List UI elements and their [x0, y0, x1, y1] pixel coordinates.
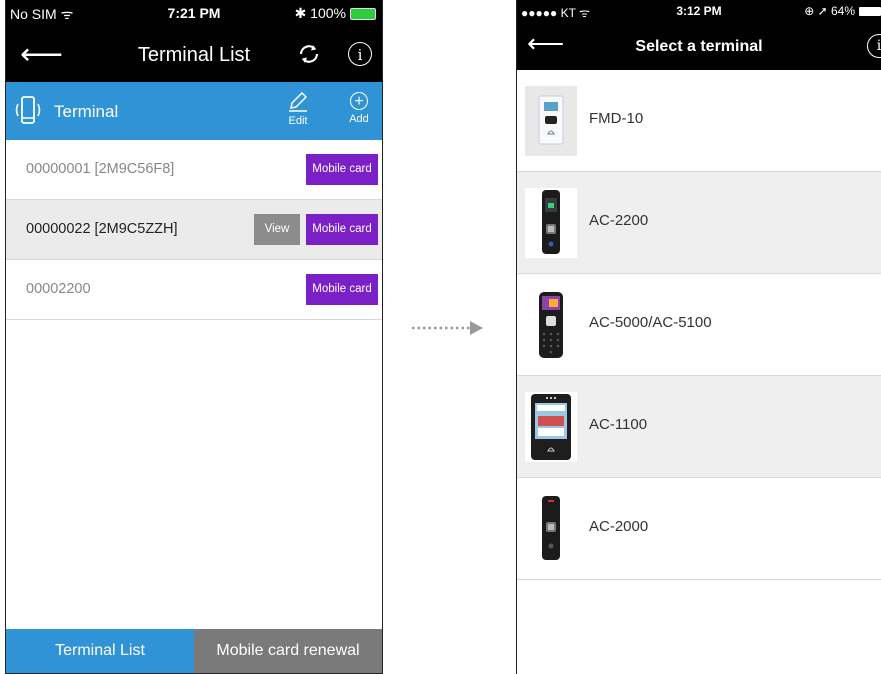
battery-indicator: ✱ 100% [295, 5, 376, 22]
terminal-id: 00000001 [2M9C56F8] [26, 161, 175, 177]
ac-1100-device-icon [525, 392, 577, 462]
mobile-card-button[interactable]: Mobile card [306, 154, 378, 185]
fmd-10-device-icon [525, 86, 577, 156]
terminal-row[interactable]: 00002200 Mobile card [6, 260, 382, 320]
terminal-row[interactable]: 00000001 [2M9C56F8] Mobile card [6, 140, 382, 200]
terminal-name: AC-5000/AC-5100 [589, 314, 712, 331]
terminal-list-screen: No SIM ᯤ 7:21 PM ✱ 100% ⟵ Terminal List … [5, 0, 383, 674]
terminal-option-row[interactable]: FMD-10 [517, 70, 881, 172]
status-bar: ●●●●● KT ᯤ 3:12 PM ⊕ ➚ 64% [517, 0, 881, 22]
terminal-option-row[interactable]: AC-5000/AC-5100 [517, 274, 881, 376]
plus-circle-icon: + [350, 92, 368, 110]
edit-button[interactable]: Edit [281, 90, 315, 127]
status-bar: No SIM ᯤ 7:21 PM ✱ 100% [6, 0, 382, 28]
terminal-option-row[interactable]: AC-2000 [517, 478, 881, 580]
add-button[interactable]: + Add [342, 90, 376, 125]
vibrating-phone-icon [15, 96, 41, 124]
terminal-name: AC-2200 [589, 212, 649, 229]
info-icon[interactable]: i [348, 42, 372, 66]
tab-terminal-list[interactable]: Terminal List [6, 629, 194, 673]
tab-mobile-card-renewal[interactable]: Mobile card renewal [194, 629, 382, 673]
terminal-section-header: Terminal Edit + Add [6, 82, 382, 140]
navigation-bar: ⟵ Select a terminal i [517, 22, 881, 70]
terminal-option-row[interactable]: AC-1100 [517, 376, 881, 478]
view-button[interactable]: View [254, 214, 300, 245]
terminal-name: FMD-10 [589, 110, 644, 127]
battery-label: ✱ 100% [294, 5, 346, 21]
add-label: Add [349, 113, 369, 125]
mobile-card-button[interactable]: Mobile card [306, 214, 378, 245]
terminal-option-row[interactable]: AC-2200 [517, 172, 881, 274]
ac-2200-device-icon [525, 188, 577, 258]
ac-2000-device-icon [525, 494, 577, 564]
bottom-tab-bar: Terminal List Mobile card renewal [6, 629, 382, 673]
select-terminal-screen: ●●●●● KT ᯤ 3:12 PM ⊕ ➚ 64% ⟵ Select a te… [516, 0, 881, 674]
battery-indicator: ⊕ ➚ 64% [804, 4, 881, 18]
battery-label: ⊕ ➚ 64% [804, 4, 855, 18]
battery-icon [350, 7, 376, 20]
terminal-name: AC-1100 [589, 416, 648, 433]
terminal-name: AC-2000 [589, 518, 649, 535]
refresh-icon[interactable] [296, 41, 322, 67]
section-title: Terminal [54, 102, 119, 121]
pencil-icon [289, 91, 308, 112]
page-title: Terminal List [137, 44, 251, 66]
mobile-card-button[interactable]: Mobile card [306, 274, 378, 305]
battery-icon [859, 6, 881, 16]
edit-label: Edit [288, 115, 308, 127]
navigation-bar: ⟵ Terminal List i [6, 28, 382, 82]
terminal-id: 00000022 [2M9C5ZZH] [26, 221, 178, 237]
terminal-id: 00002200 [26, 281, 91, 297]
flow-arrow-icon [412, 321, 483, 335]
ac-5000-device-icon [525, 290, 577, 360]
page-title: Select a terminal [635, 38, 763, 55]
terminal-row[interactable]: 00000022 [2M9C5ZZH] View Mobile card [6, 200, 382, 260]
